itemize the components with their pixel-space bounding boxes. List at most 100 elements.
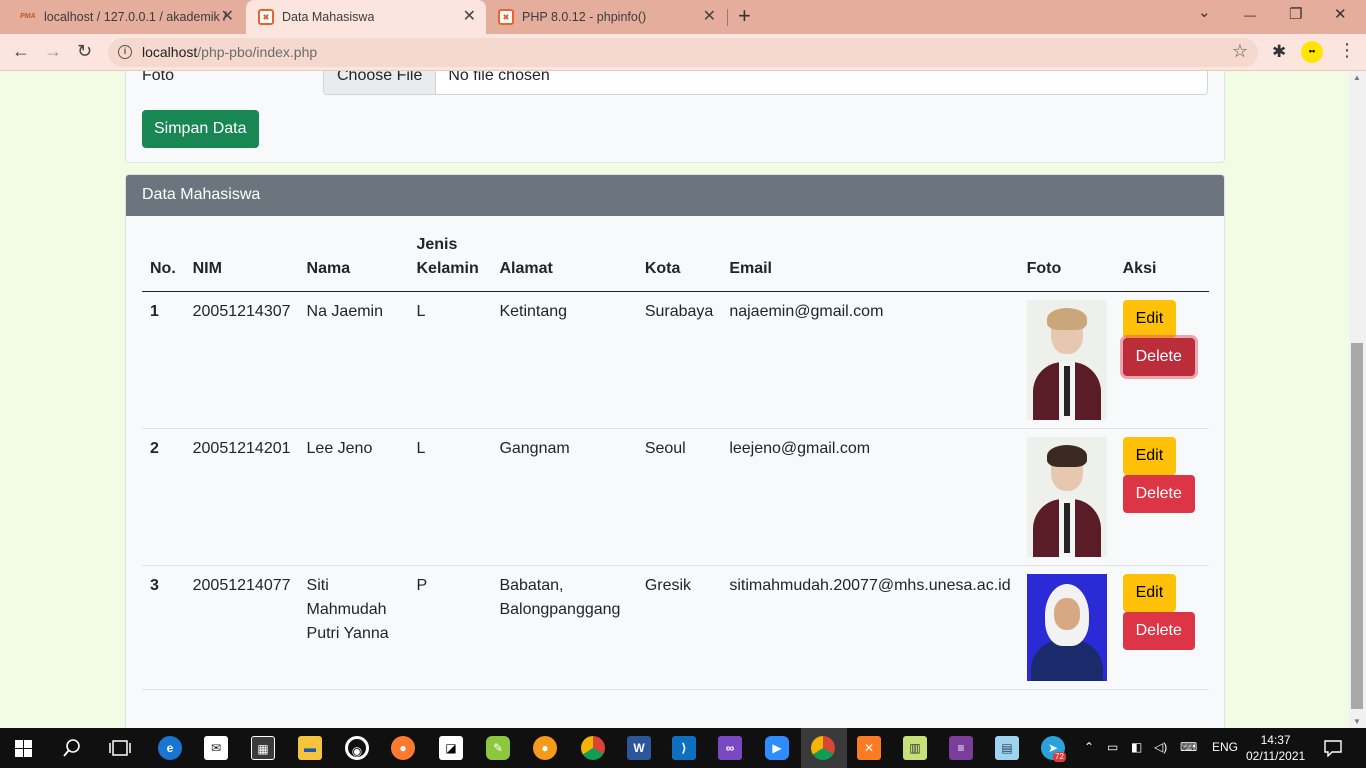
cell-nama: Na Jaemin — [298, 291, 409, 429]
sticky-notes-icon[interactable]: ◪ — [439, 736, 463, 760]
tab-phpinfo[interactable]: PHP 8.0.12 - phpinfo() ✕ — [488, 0, 726, 34]
puzzle-icon[interactable]: ✱ — [1272, 42, 1286, 62]
table-row: 1 20051214307 Na Jaemin L Ketintang Sura… — [142, 291, 1209, 429]
vscode-icon[interactable]: ⟩ — [672, 736, 696, 760]
tab-separator — [727, 9, 728, 26]
winrar-icon[interactable]: ≡ — [949, 736, 973, 760]
tab-search-dropdown-icon[interactable]: ⌄ — [1198, 4, 1211, 22]
scroll-down-arrow-icon[interactable]: ▼ — [1353, 717, 1361, 726]
visual-studio-icon[interactable]: ∞ — [718, 736, 742, 760]
cell-email: sitimahmudah.20077@mhs.unesa.ac.id — [721, 565, 1019, 690]
cell-kota: Seoul — [636, 428, 722, 566]
photo-hair — [1046, 308, 1087, 330]
page-scrollbar[interactable]: ▲ ▼ — [1349, 71, 1366, 728]
cell-foto — [1018, 565, 1115, 690]
network-icon[interactable]: ◧ — [1131, 740, 1142, 754]
cell-aksi: Edit Delete — [1114, 428, 1209, 566]
cell-foto — [1018, 428, 1115, 566]
search-icon[interactable] — [62, 738, 82, 758]
photo-jacket — [1030, 640, 1103, 681]
choose-file-button[interactable]: Choose File — [324, 71, 437, 94]
store-icon[interactable]: ▦ — [251, 736, 275, 760]
col-header-jk-line2: Kelamin — [416, 260, 479, 277]
col-header-jk-line1: Jenis — [416, 236, 458, 253]
task-view-icon[interactable] — [109, 739, 131, 757]
obs-icon[interactable]: ◉ — [345, 736, 369, 760]
app-chart-icon[interactable]: ▥ — [903, 736, 927, 760]
zoom-icon[interactable]: ▶ — [765, 736, 789, 760]
photo-face — [1053, 598, 1080, 630]
cell-jenis-kelamin: L — [408, 291, 492, 429]
tray-overflow-icon[interactable]: ⌃ — [1084, 740, 1094, 754]
system-clock[interactable]: 14:37 02/11/2021 — [1246, 732, 1305, 764]
address-bar[interactable]: i localhost/php-pbo/index.php ☆ — [108, 38, 1258, 67]
word-icon[interactable]: W — [627, 736, 651, 760]
xampp-icon — [258, 9, 274, 25]
cell-kota: Surabaya — [636, 291, 722, 429]
delete-button[interactable]: Delete — [1122, 612, 1195, 650]
volume-icon[interactable]: ◁) — [1154, 740, 1167, 754]
back-button[interactable]: ← — [12, 41, 30, 61]
table-row: 2 20051214201 Lee Jeno L Gangnam Seoul l… — [142, 428, 1209, 566]
tab-phpmyadmin[interactable]: PMA localhost / 127.0.0.1 / akademik / ✕ — [8, 0, 244, 34]
student-photo — [1026, 574, 1107, 681]
close-window-button[interactable]: ✕ — [1334, 6, 1347, 24]
alamat-line: Balongpanggang — [499, 601, 621, 618]
col-header-kota: Kota — [636, 233, 722, 292]
windows-start-icon[interactable] — [15, 740, 32, 757]
close-tab-icon[interactable]: ✕ — [221, 9, 234, 25]
cell-aksi: Edit Delete — [1114, 291, 1209, 429]
nama-line: Mahmudah — [306, 601, 387, 618]
url-text[interactable]: localhost/php-pbo/index.php — [142, 44, 317, 60]
student-photo — [1026, 437, 1107, 557]
edit-button[interactable]: Edit — [1122, 574, 1177, 612]
close-tab-icon[interactable]: ✕ — [463, 9, 476, 25]
notepadpp-icon[interactable]: ✎ — [486, 736, 510, 760]
foto-file-input[interactable]: Choose File No file chosen — [323, 71, 1208, 95]
tab-data-mahasiswa[interactable]: Data Mahasiswa ✕ — [246, 0, 486, 34]
firefox-icon[interactable]: ● — [391, 736, 415, 760]
url-host: localhost — [142, 44, 198, 60]
chrome-icon[interactable] — [581, 736, 605, 760]
edit-button[interactable]: Edit — [1122, 300, 1177, 338]
restore-button[interactable]: ❐ — [1289, 6, 1302, 24]
new-tab-button[interactable]: + — [738, 5, 751, 27]
forward-button[interactable]: → — [44, 41, 62, 61]
scroll-up-arrow-icon[interactable]: ▲ — [1353, 73, 1361, 82]
close-tab-icon[interactable]: ✕ — [703, 9, 716, 25]
cell-nim: 20051214201 — [184, 428, 299, 566]
chrome-profile-icon[interactable] — [811, 736, 835, 760]
delete-button[interactable]: Delete — [1122, 338, 1195, 376]
battery-icon[interactable]: ▭ — [1107, 740, 1118, 754]
url-path: /php-pbo/index.php — [197, 44, 318, 60]
cell-no: 2 — [142, 428, 185, 566]
photo-hair — [1046, 445, 1087, 467]
edge-icon[interactable]: e — [158, 736, 182, 760]
bookmark-star-icon[interactable]: ☆ — [1232, 41, 1248, 62]
file-explorer-icon[interactable]: ▬ — [298, 736, 322, 760]
xampp-icon[interactable]: ✕ — [857, 736, 881, 760]
notification-center-icon[interactable] — [1324, 739, 1342, 757]
cell-email: leejeno@gmail.com — [721, 428, 1019, 566]
telegram-badge: 72 — [1053, 752, 1066, 762]
minimize-button[interactable]: — — [1244, 6, 1256, 24]
chrome-menu-icon[interactable]: ⋮ — [1338, 40, 1356, 61]
cell-nama: Siti Mahmudah Putri Yanna — [298, 565, 409, 690]
edit-button[interactable]: Edit — [1122, 437, 1177, 475]
site-info-icon[interactable]: i — [118, 45, 132, 59]
scrollbar-thumb[interactable] — [1351, 343, 1363, 709]
profile-avatar[interactable]: •• — [1301, 41, 1323, 63]
tab-title: PHP 8.0.12 - phpinfo() — [522, 10, 647, 24]
keyboard-icon[interactable]: ⌨ — [1180, 740, 1197, 754]
col-header-foto: Foto — [1018, 233, 1115, 292]
simpan-data-button[interactable]: Simpan Data — [142, 110, 259, 148]
cell-no: 1 — [142, 291, 185, 429]
reload-button[interactable]: ↻ — [77, 41, 92, 61]
mail-icon[interactable]: ✉ — [204, 736, 228, 760]
app-orange-icon[interactable]: ● — [533, 736, 557, 760]
app-blue-icon[interactable]: ▤ — [995, 736, 1019, 760]
data-mahasiswa-card: Data Mahasiswa No. NIM Nama Jenis Kelamin… — [125, 174, 1225, 728]
delete-button[interactable]: Delete — [1122, 475, 1195, 513]
language-indicator[interactable]: ENG — [1212, 740, 1238, 754]
form-card: Foto Choose File No file chosen Simpan D… — [125, 71, 1225, 163]
